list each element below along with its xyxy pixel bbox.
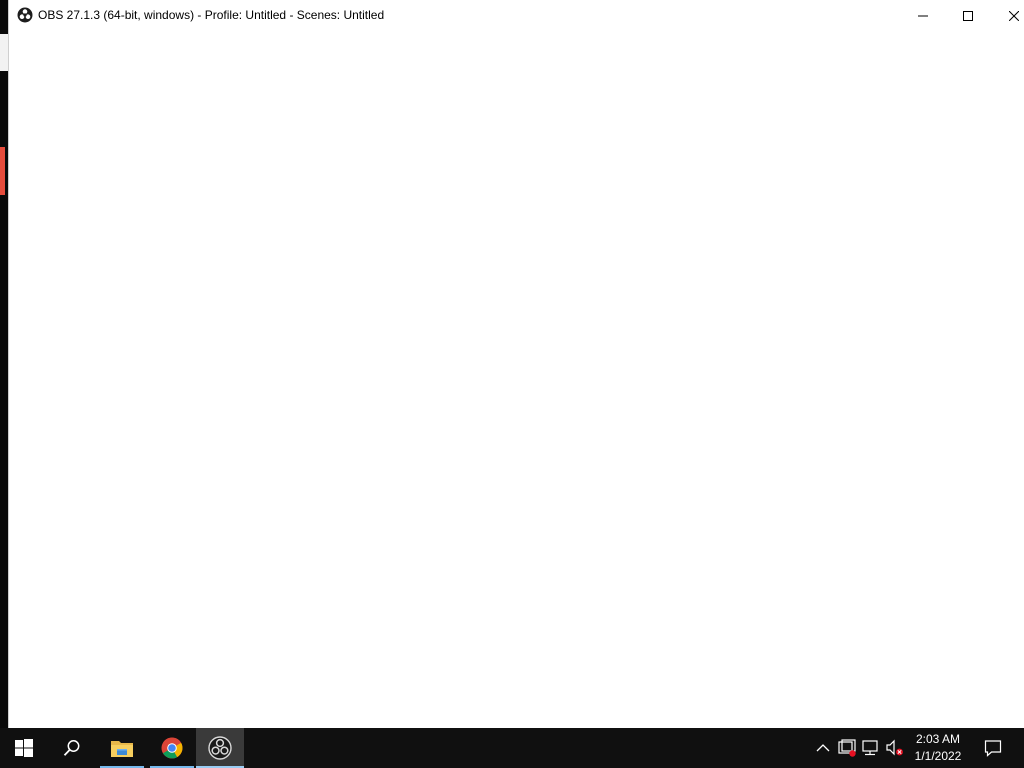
- close-icon: [1009, 10, 1019, 21]
- background-window-edge: [0, 34, 8, 71]
- search-icon: [63, 740, 80, 756]
- folder-icon: [111, 741, 133, 757]
- action-center-icon: [984, 740, 1002, 757]
- background-window-accent: [0, 147, 5, 195]
- chevron-up-icon: [816, 744, 830, 752]
- network-button[interactable]: [861, 738, 881, 758]
- tray-app-button[interactable]: [837, 738, 857, 758]
- app-tray-icon: [838, 739, 856, 757]
- start-button[interactable]: [0, 728, 48, 768]
- taskbar-google-chrome[interactable]: [148, 728, 196, 768]
- clock[interactable]: 2:03 AM 1/1/2022: [906, 728, 970, 768]
- minimize-icon: [918, 15, 928, 16]
- obs-icon: [17, 7, 33, 23]
- search-button[interactable]: [48, 728, 96, 768]
- taskbar: 2:03 AM 1/1/2022: [0, 728, 1024, 768]
- window-title: OBS 27.1.3 (64-bit, windows) - Profile: …: [38, 8, 385, 22]
- taskbar-file-explorer[interactable]: [98, 728, 146, 768]
- obs-main-window: OBS 27.1.3 (64-bit, windows) - Profile: …: [8, 0, 1024, 728]
- window-content: [9, 31, 1024, 728]
- network-icon: [862, 740, 878, 756]
- windows-logo-icon: [15, 739, 33, 757]
- maximize-button[interactable]: [945, 0, 991, 31]
- show-hidden-icons-button[interactable]: [813, 738, 833, 758]
- minimize-button[interactable]: [900, 0, 946, 31]
- title-bar[interactable]: OBS 27.1.3 (64-bit, windows) - Profile: …: [9, 0, 1024, 31]
- taskbar-obs-studio[interactable]: [196, 728, 244, 768]
- volume-muted-icon: [886, 739, 903, 756]
- maximize-icon: [963, 10, 973, 21]
- chrome-icon: [161, 737, 183, 759]
- obs-icon: [208, 736, 232, 760]
- close-button[interactable]: [991, 0, 1024, 31]
- volume-button[interactable]: [885, 738, 905, 758]
- action-center-button[interactable]: [978, 728, 1008, 768]
- clock-time: 2:03 AM: [915, 732, 961, 746]
- clock-date: 1/1/2022: [914, 749, 962, 763]
